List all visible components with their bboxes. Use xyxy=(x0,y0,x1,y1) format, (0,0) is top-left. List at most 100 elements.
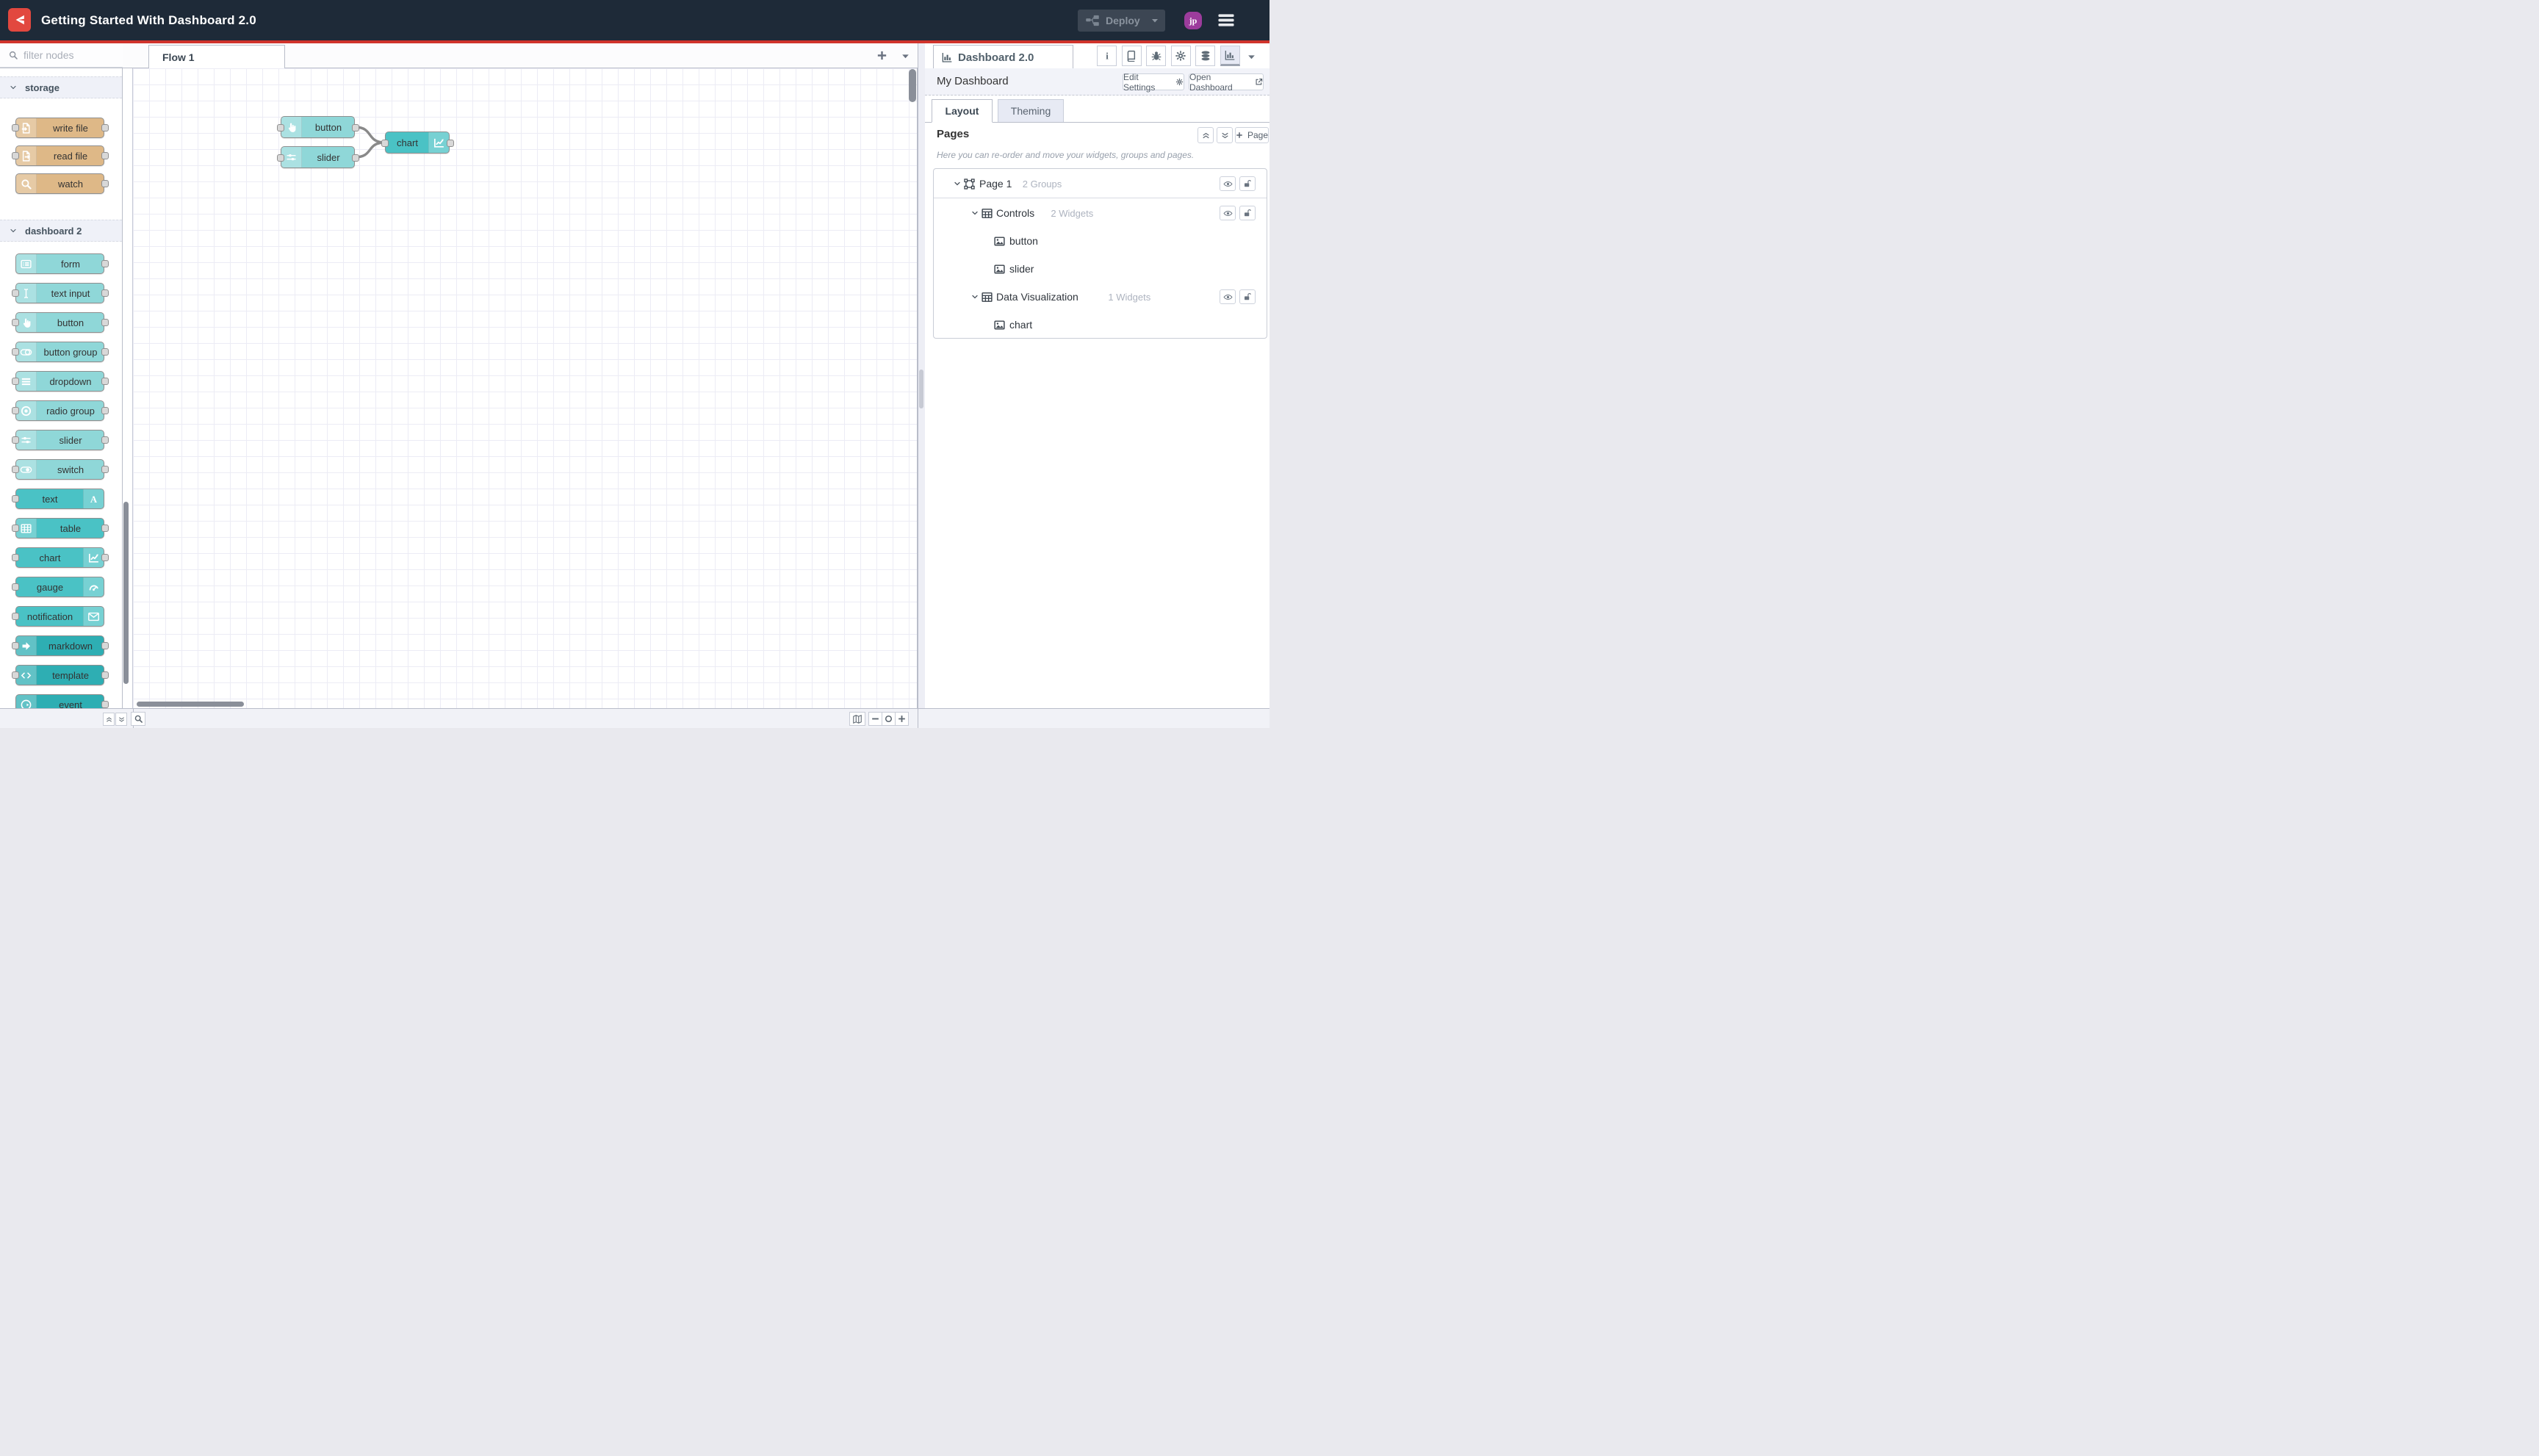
palette-node-event[interactable]: event xyxy=(15,694,109,708)
open-dashboard-button[interactable]: Open Dashboard xyxy=(1189,72,1264,93)
node-port-in[interactable] xyxy=(277,124,284,131)
palette-node-gauge[interactable]: gauge xyxy=(12,577,104,597)
node-port-in[interactable] xyxy=(12,378,19,385)
sidebar-toolbar-bar-chart-button[interactable] xyxy=(1220,46,1240,66)
node-port-out[interactable] xyxy=(101,407,109,414)
palette-node-markdown[interactable]: markdown xyxy=(12,635,109,656)
navigator-map-button[interactable] xyxy=(849,712,865,726)
node-port-out[interactable] xyxy=(101,180,109,187)
node-port-in[interactable] xyxy=(12,436,19,444)
node-port-out[interactable] xyxy=(101,152,109,159)
flow-tab[interactable]: Flow 1 xyxy=(148,45,285,68)
zoom-in-button[interactable] xyxy=(895,712,909,726)
node-port-in[interactable] xyxy=(12,583,19,591)
palette-node-write-file[interactable]: write file xyxy=(12,118,109,138)
palette-node-switch[interactable]: switch xyxy=(12,459,109,480)
node-port-out[interactable] xyxy=(101,525,109,532)
sidebar-toolbar-info-button[interactable]: i xyxy=(1097,46,1117,66)
palette-node-notification[interactable]: notification xyxy=(12,606,104,627)
node-port-out[interactable] xyxy=(101,124,109,131)
palette-category-dashboard-2[interactable]: dashboard 2 xyxy=(0,220,122,242)
collapse-all-button[interactable] xyxy=(1198,127,1214,143)
palette-expand-categories-button[interactable] xyxy=(115,713,127,726)
node-port-in[interactable] xyxy=(12,671,19,679)
palette-node-text[interactable]: Atext xyxy=(12,489,104,509)
tree-row-controls[interactable]: Controls 2 Widgets xyxy=(934,199,1267,227)
node-port-in[interactable] xyxy=(12,554,19,561)
filter-nodes-input[interactable] xyxy=(22,48,113,62)
palette-category-storage[interactable]: storage xyxy=(0,76,122,98)
palette-scrollbar[interactable] xyxy=(123,502,129,684)
tree-row-button[interactable]: button xyxy=(934,227,1267,255)
flow-list-caret-icon[interactable] xyxy=(901,51,910,61)
palette-collapse-categories-button[interactable] xyxy=(103,713,115,726)
tree-row-slider[interactable]: slider xyxy=(934,255,1267,283)
visibility-toggle-button[interactable] xyxy=(1220,176,1236,191)
palette-node-dropdown[interactable]: dropdown xyxy=(12,371,109,392)
canvas-node-chart[interactable]: chart xyxy=(381,131,454,154)
palette-node-form[interactable]: form xyxy=(15,253,109,274)
node-port-in[interactable] xyxy=(277,154,284,162)
sidebar-toolbar-gear-button[interactable] xyxy=(1170,46,1191,66)
canvas-node-button[interactable]: button xyxy=(277,116,359,138)
add-flow-icon[interactable] xyxy=(876,49,888,62)
palette-node-button-group[interactable]: button group xyxy=(12,342,109,362)
node-port-out[interactable] xyxy=(352,124,359,131)
node-port-out[interactable] xyxy=(101,260,109,267)
node-port-in[interactable] xyxy=(12,152,19,159)
tree-row-chart[interactable]: chart xyxy=(934,311,1267,339)
palette-node-text-input[interactable]: text input xyxy=(12,283,109,303)
lock-toggle-button[interactable] xyxy=(1239,206,1256,220)
palette-node-table[interactable]: table xyxy=(12,518,109,538)
sidebar-toolbar-book-button[interactable] xyxy=(1121,46,1142,66)
node-port-in[interactable] xyxy=(12,407,19,414)
tree-row-page-1[interactable]: Page 1 2 Groups xyxy=(934,169,1267,198)
node-port-out[interactable] xyxy=(101,642,109,649)
node-port-in[interactable] xyxy=(381,140,389,147)
palette-node-chart[interactable]: chart xyxy=(12,547,109,568)
visibility-toggle-button[interactable] xyxy=(1220,289,1236,304)
node-port-in[interactable] xyxy=(12,319,19,326)
node-port-out[interactable] xyxy=(101,436,109,444)
add-page-button[interactable]: Page xyxy=(1235,127,1269,143)
node-port-out[interactable] xyxy=(101,348,109,356)
lock-toggle-button[interactable] xyxy=(1239,176,1256,191)
expand-all-button[interactable] xyxy=(1217,127,1233,143)
visibility-toggle-button[interactable] xyxy=(1220,206,1236,220)
node-port-out[interactable] xyxy=(447,140,454,147)
deploy-button[interactable]: Deploy xyxy=(1078,10,1165,32)
node-port-out[interactable] xyxy=(101,701,109,708)
canvas-node-slider[interactable]: slider xyxy=(277,146,359,168)
canvas-search-button[interactable] xyxy=(131,712,145,726)
palette-node-read-file[interactable]: read file xyxy=(12,145,109,166)
palette-node-radio-group[interactable]: radio group xyxy=(12,400,109,421)
node-port-in[interactable] xyxy=(12,525,19,532)
tree-row-data-visualization[interactable]: Data Visualization 1 Widgets xyxy=(934,283,1267,311)
sidebar-tabs-caret-icon[interactable] xyxy=(1247,52,1256,62)
tab-theming[interactable]: Theming xyxy=(998,99,1064,123)
node-port-in[interactable] xyxy=(12,495,19,502)
node-port-out[interactable] xyxy=(101,289,109,297)
node-port-in[interactable] xyxy=(12,642,19,649)
main-menu-icon[interactable] xyxy=(1217,12,1236,29)
node-port-in[interactable] xyxy=(12,348,19,356)
deploy-caret-icon[interactable] xyxy=(1150,16,1159,25)
node-port-out[interactable] xyxy=(101,466,109,473)
sidebar-toolbar-database-button[interactable] xyxy=(1195,46,1215,66)
node-port-in[interactable] xyxy=(12,124,19,131)
user-avatar[interactable]: jp xyxy=(1184,12,1202,29)
lock-toggle-button[interactable] xyxy=(1239,289,1256,304)
sidebar-toolbar-bug-button[interactable] xyxy=(1146,46,1166,66)
node-port-out[interactable] xyxy=(352,154,359,162)
node-port-out[interactable] xyxy=(101,319,109,326)
tree-chevron-icon[interactable] xyxy=(970,209,979,217)
flow-canvas[interactable]: button slider chart xyxy=(132,68,918,708)
separator-scroll-thumb[interactable] xyxy=(919,370,923,408)
edit-settings-button[interactable]: Edit Settings xyxy=(1123,72,1184,93)
palette-node-watch[interactable]: watch xyxy=(15,173,109,194)
palette-node-template[interactable]: template xyxy=(12,665,109,685)
node-port-in[interactable] xyxy=(12,466,19,473)
zoom-out-button[interactable] xyxy=(868,712,882,726)
canvas-vertical-scrollbar[interactable] xyxy=(909,69,916,102)
canvas-horizontal-scrollbar[interactable] xyxy=(137,702,244,707)
